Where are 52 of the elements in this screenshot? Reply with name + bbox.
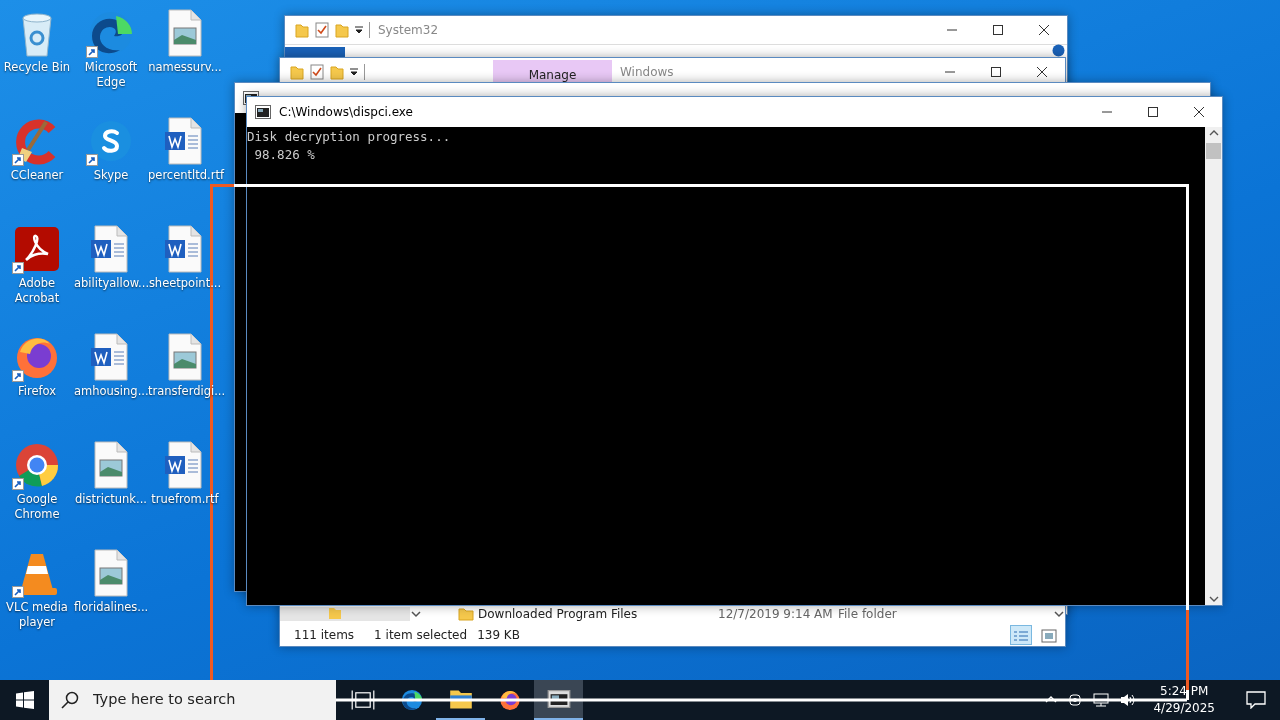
clock-time[interactable]: 5:24 PM [1153,683,1215,700]
console-output-line: Disk decryption progress... [247,128,452,145]
speech-bubble-icon[interactable] [1245,691,1266,709]
icon-label[interactable]: Skype [74,168,148,183]
close-icon[interactable] [1039,25,1049,35]
help-icon[interactable] [1052,44,1065,57]
console-output-line: 98.826 % [253,146,316,163]
close-icon[interactable] [1194,107,1204,117]
window-title: Windows [620,64,674,81]
scroll-down-icon[interactable] [1053,608,1065,620]
speaker-icon[interactable] [1120,692,1137,708]
swirl-icon[interactable] [399,688,424,712]
icon-label[interactable]: CCleaner [0,168,74,183]
windows-logo-icon[interactable] [15,691,34,709]
webcam-icon[interactable] [1068,692,1083,708]
search-field[interactable]: Type here to search [49,680,336,720]
properties-icon[interactable] [315,22,329,38]
icon-label[interactable]: floridalines... [74,600,148,615]
icon-label[interactable]: Google Chrome [0,492,74,522]
icon-label[interactable]: districtunk... [74,492,148,507]
window-title: System32 [378,22,439,39]
properties-icon[interactable] [310,64,324,80]
icon-label[interactable]: VLC media player [0,600,74,630]
icon-label[interactable]: amhousing... [74,384,148,399]
file-row[interactable]: Downloaded Program Files 12/7/2019 9:14 AM File folder [436,605,1038,623]
close-icon[interactable] [1037,67,1047,77]
icon-label[interactable]: Microsoft Edge [74,60,148,90]
maximize-icon[interactable] [1148,107,1158,117]
dropdown-caret-icon[interactable] [355,26,363,34]
selection-size: 139 KB [477,627,520,644]
icon-label[interactable]: Firefox [0,384,74,399]
search-input[interactable]: Type here to search [91,688,331,712]
search-icon [61,691,79,709]
icon-label[interactable]: namessurv... [148,60,222,75]
scroll-down-icon[interactable] [410,608,422,620]
selection-info: 1 item selected [374,627,468,644]
icon-label[interactable]: abilityallow... [74,276,148,291]
console-icon [255,105,271,119]
dropdown-caret-icon[interactable] [350,68,358,76]
taskbar-app-button[interactable] [534,680,583,720]
scroll-thumb[interactable] [1206,143,1221,159]
item-count: 111 items [294,627,355,644]
maximize-icon[interactable] [991,67,1001,77]
icon-label[interactable]: Adobe Acrobat [0,276,74,306]
clock-date[interactable]: 4/29/2025 [1153,700,1215,717]
window-title: C:\Windows\dispci.exe [279,104,413,121]
pdf-app-icon[interactable] [12,224,62,274]
task-view-icon[interactable] [350,688,375,712]
network-icon[interactable] [1092,692,1111,708]
icon-label[interactable]: Recycle Bin [0,60,74,75]
maximize-icon[interactable] [993,25,1003,35]
scrollbar[interactable] [1205,127,1222,605]
